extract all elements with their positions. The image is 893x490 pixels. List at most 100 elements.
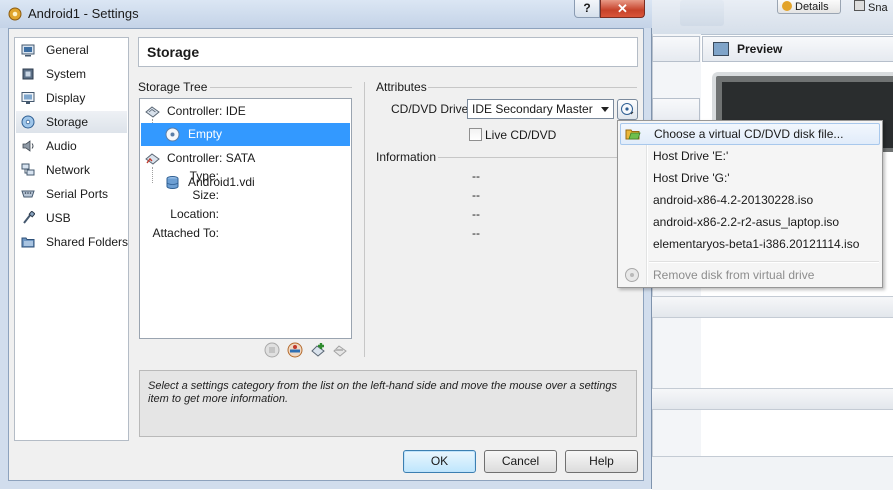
add-controller-icon[interactable]: [287, 342, 303, 358]
snapshots-label: Sna: [868, 2, 888, 14]
tree-item-android1-vdi[interactable]: Android1.vdi: [141, 171, 350, 194]
menu-item-iso[interactable]: elementaryos-beta1-i386.20121114.iso: [620, 233, 880, 255]
serial-port-icon: [21, 190, 35, 198]
sata-controller-icon: [145, 153, 160, 165]
cd-disk-icon: [165, 127, 180, 142]
details-button[interactable]: Details: [777, 0, 841, 14]
menu-item-remove-disk[interactable]: Remove disk from virtual drive: [620, 264, 880, 286]
cancel-button[interactable]: Cancel: [484, 450, 557, 473]
menu-item-iso[interactable]: android-x86-4.2-20130228.iso: [620, 189, 880, 211]
category-label: USB: [46, 211, 71, 225]
menu-item-host-drive-g[interactable]: Host Drive 'G:': [620, 167, 880, 189]
menu-separator: [649, 261, 879, 263]
window-title: Android1 - Settings: [28, 6, 139, 21]
gear-icon: [8, 7, 22, 21]
ok-button[interactable]: OK: [403, 450, 476, 473]
details-section-header: [652, 36, 700, 62]
menu-item-label: Host Drive 'E:': [653, 149, 729, 163]
menu-item-label: android-x86-2.2-r2-asus_laptop.iso: [653, 215, 840, 229]
category-usb[interactable]: USB: [16, 207, 127, 229]
group-separator: [438, 157, 637, 158]
menu-item-choose-virtual-disk[interactable]: Choose a virtual CD/DVD disk file...: [620, 123, 880, 145]
details-section-header: [652, 388, 893, 410]
live-cd-label: Live CD/DVD: [485, 128, 557, 142]
tree-item-label: Controller: SATA: [167, 151, 256, 165]
snapshots-button[interactable]: Sna: [848, 0, 893, 14]
category-general[interactable]: General: [16, 39, 127, 61]
tree-item-controller-ide[interactable]: Controller: IDE: [141, 100, 350, 123]
display-monitor-icon: [21, 92, 35, 104]
remove-disk-icon: [625, 268, 639, 282]
ide-controller-icon: [145, 106, 160, 118]
group-separator: [210, 87, 352, 88]
live-cd-checkbox[interactable]: [469, 128, 482, 141]
camera-icon: [854, 0, 865, 11]
info-value: --: [472, 188, 480, 202]
close-button[interactable]: ✕: [600, 0, 645, 18]
menu-item-host-drive-e[interactable]: Host Drive 'E:': [620, 145, 880, 167]
gear-icon: [782, 1, 792, 11]
menu-item-label: Choose a virtual CD/DVD disk file...: [654, 127, 844, 141]
info-value: --: [472, 207, 480, 221]
tree-item-controller-sata[interactable]: Controller: SATA: [141, 147, 350, 170]
page-title: Storage: [138, 37, 638, 67]
title-bar[interactable]: Android1 - Settings: [0, 0, 652, 28]
remove-controller-icon[interactable]: [332, 342, 348, 358]
category-shared-folders[interactable]: Shared Folders: [16, 231, 129, 253]
title-help-button[interactable]: ?: [574, 0, 600, 18]
menu-item-label: Remove disk from virtual drive: [653, 268, 815, 282]
cd-disk-icon: [621, 103, 634, 115]
menu-item-label: elementaryos-beta1-i386.20121114.iso: [653, 237, 860, 251]
general-icon: [21, 44, 35, 57]
category-label: General: [46, 43, 89, 57]
category-system[interactable]: System: [16, 63, 127, 85]
information-label: Information: [376, 150, 437, 164]
info-key: Location:: [170, 207, 219, 221]
system-chip-icon: [22, 68, 34, 80]
category-label: System: [46, 67, 87, 81]
details-label: Details: [795, 1, 829, 13]
info-key: Attached To:: [152, 226, 220, 240]
settings-dialog: Android1 - Settings ? ✕ General System D…: [0, 0, 652, 489]
storage-tree-label: Storage Tree: [138, 80, 208, 94]
storage-disk-icon: [21, 115, 35, 129]
preview-label: Preview: [737, 42, 783, 56]
settings-category-list[interactable]: General System Display Storage Audio Net…: [14, 37, 129, 441]
menu-item-iso[interactable]: android-x86-2.2-r2-asus_laptop.iso: [620, 211, 880, 233]
choose-disk-button[interactable]: [617, 99, 638, 120]
cd-drive-value: IDE Secondary Master: [472, 102, 593, 116]
category-label: Serial Ports: [46, 187, 109, 201]
info-value: --: [472, 169, 480, 183]
help-text-panel: Select a settings category from the list…: [139, 370, 637, 437]
preview-section-header[interactable]: Preview: [702, 36, 893, 62]
cd-drive-select[interactable]: IDE Secondary Master: [467, 99, 614, 119]
info-key: Type:: [189, 169, 219, 183]
category-serial-ports[interactable]: Serial Ports: [16, 183, 127, 205]
network-icon: [21, 163, 35, 176]
tree-item-label: Empty: [188, 127, 223, 141]
shared-folder-icon: [21, 237, 35, 248]
category-storage[interactable]: Storage: [16, 111, 127, 133]
monitor-icon: [713, 42, 729, 56]
open-folder-icon: [625, 129, 641, 140]
toolbar-button-ghost: [680, 0, 724, 26]
usb-icon: [23, 211, 35, 224]
details-section: [652, 456, 893, 490]
info-value: --: [472, 226, 480, 240]
category-label: Audio: [46, 139, 77, 153]
category-label: Shared Folders: [46, 235, 129, 249]
category-audio[interactable]: Audio: [16, 135, 127, 157]
info-key: Size:: [192, 188, 219, 202]
panel-divider[interactable]: [364, 82, 365, 357]
help-button[interactable]: Help: [565, 450, 638, 473]
category-network[interactable]: Network: [16, 159, 127, 181]
tree-item-empty-cd[interactable]: Empty: [141, 123, 350, 146]
details-section-header: [652, 296, 893, 318]
add-controller-plus-icon[interactable]: [310, 342, 326, 358]
menu-item-label: android-x86-4.2-20130228.iso: [653, 193, 814, 207]
category-display[interactable]: Display: [16, 87, 127, 109]
speaker-icon: [22, 140, 34, 152]
add-attachment-icon[interactable]: [264, 342, 280, 358]
group-separator: [428, 87, 637, 88]
cd-drive-label: CD/DVD Drive:: [391, 102, 472, 116]
